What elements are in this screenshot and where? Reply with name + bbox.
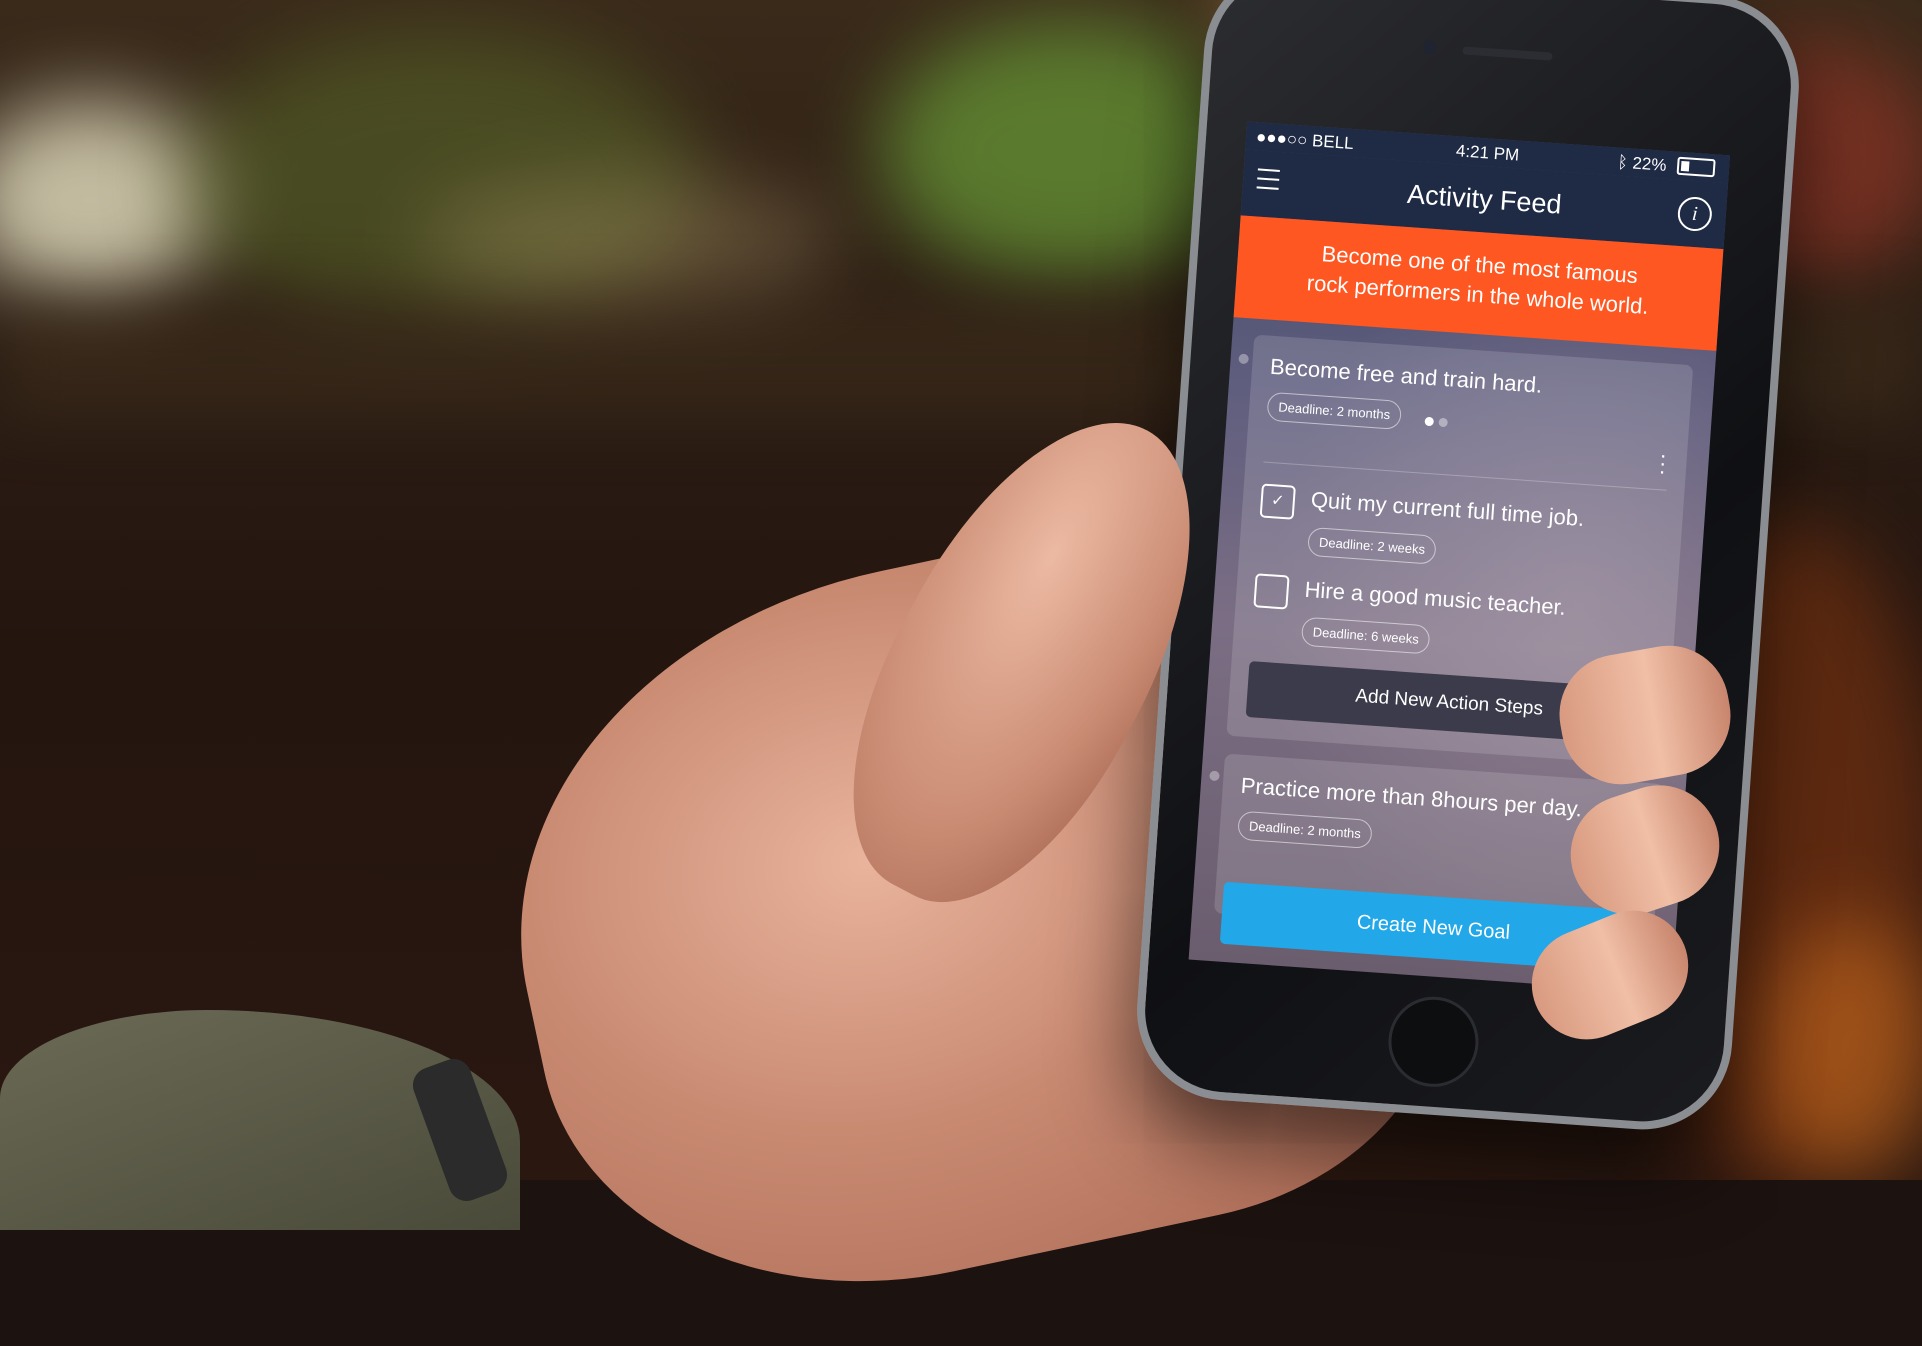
deadline-badge: Deadline: 2 months — [1266, 391, 1403, 430]
step-checkbox[interactable] — [1253, 573, 1290, 610]
action-step[interactable]: ✓ Quit my current full time job. Deadlin… — [1256, 483, 1661, 591]
page-dot — [1438, 417, 1448, 428]
smartphone: ●●●○○ BELL 4:21 PM ᛒ 22% Activity Feed i… — [1131, 0, 1805, 1136]
divider — [1263, 461, 1667, 491]
timeline-dot — [1209, 770, 1220, 782]
earpiece-speaker — [1462, 46, 1553, 61]
step-label: Quit my current full time job. — [1310, 486, 1586, 532]
front-camera — [1422, 39, 1438, 55]
bluetooth-icon: ᛒ — [1616, 152, 1634, 173]
step-deadline-badge: Deadline: 6 weeks — [1300, 616, 1431, 655]
more-options-icon[interactable]: · · · — [1658, 442, 1668, 483]
battery-icon — [1676, 156, 1716, 178]
step-deadline-badge: Deadline: 2 weeks — [1307, 526, 1438, 565]
home-button[interactable] — [1385, 993, 1482, 1090]
step-checkbox-checked[interactable]: ✓ — [1259, 483, 1296, 520]
deadline-badge: Deadline: 2 months — [1237, 810, 1373, 849]
battery-status: ᛒ 22% — [1617, 153, 1716, 180]
goal-title: Become free and train hard. — [1269, 353, 1544, 398]
page-indicator — [1424, 413, 1453, 433]
battery-percent: 22% — [1631, 153, 1668, 175]
step-label: Hire a good music teacher. — [1303, 576, 1567, 620]
page-dot — [1424, 416, 1435, 427]
timeline-dot — [1238, 353, 1249, 365]
